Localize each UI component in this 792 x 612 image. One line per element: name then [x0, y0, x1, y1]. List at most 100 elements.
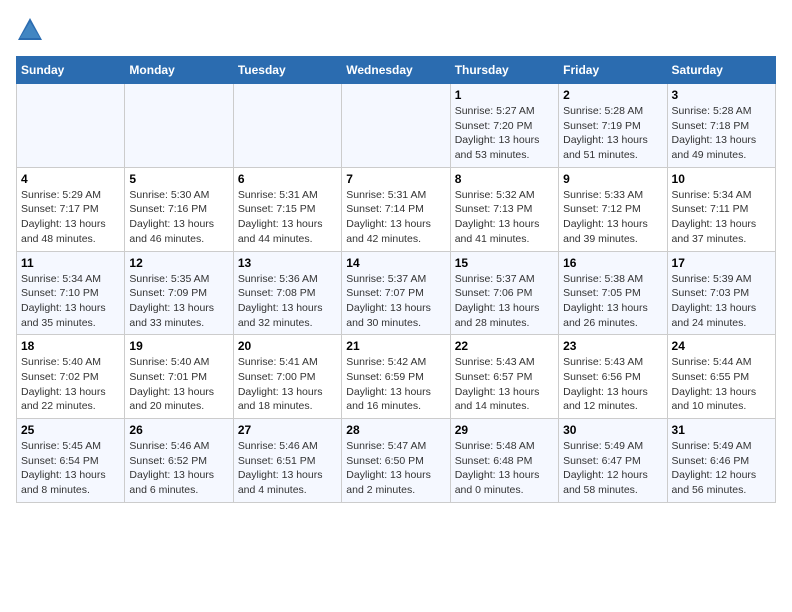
day-info: Sunrise: 5:28 AM Sunset: 7:18 PM Dayligh…	[672, 104, 771, 163]
calendar-cell: 7 Sunrise: 5:31 AM Sunset: 7:14 PM Daylig…	[342, 167, 450, 251]
day-number: 30	[563, 423, 662, 437]
day-number: 21	[346, 339, 445, 353]
day-number: 12	[129, 256, 228, 270]
day-number: 17	[672, 256, 771, 270]
day-number: 1	[455, 88, 554, 102]
calendar-cell: 24 Sunrise: 5:44 AM Sunset: 6:55 PM Dayli…	[667, 335, 775, 419]
calendar-cell: 2 Sunrise: 5:28 AM Sunset: 7:19 PM Daylig…	[559, 84, 667, 168]
day-number: 11	[21, 256, 120, 270]
day-number: 7	[346, 172, 445, 186]
day-number: 27	[238, 423, 337, 437]
calendar-cell: 29Sunrise: 5:48 AM Sunset: 6:48 PM Dayli…	[450, 419, 558, 503]
calendar-cell: 4Sunrise: 5:29 AM Sunset: 7:17 PM Daylig…	[17, 167, 125, 251]
day-info: Sunrise: 5:31 AM Sunset: 7:14 PM Dayligh…	[346, 188, 445, 247]
calendar-cell	[342, 84, 450, 168]
calendar-cell: 27 Sunrise: 5:46 AM Sunset: 6:51 PM Dayli…	[233, 419, 341, 503]
calendar-cell: 25Sunrise: 5:45 AM Sunset: 6:54 PM Dayli…	[17, 419, 125, 503]
day-number: 22	[455, 339, 554, 353]
calendar-cell: 20 Sunrise: 5:41 AM Sunset: 7:00 PM Dayli…	[233, 335, 341, 419]
day-number: 3	[672, 88, 771, 102]
day-number: 2	[563, 88, 662, 102]
calendar-cell: 19Sunrise: 5:40 AM Sunset: 7:01 PM Dayli…	[125, 335, 233, 419]
day-number: 14	[346, 256, 445, 270]
day-number: 18	[21, 339, 120, 353]
day-info: Sunrise: 5:29 AM Sunset: 7:17 PM Dayligh…	[21, 188, 120, 247]
calendar-cell: 1Sunrise: 5:27 AM Sunset: 7:20 PM Daylig…	[450, 84, 558, 168]
day-info: Sunrise: 5:43 AM Sunset: 6:56 PM Dayligh…	[563, 355, 662, 414]
day-number: 6	[238, 172, 337, 186]
day-number: 24	[672, 339, 771, 353]
day-info: Sunrise: 5:49 AM Sunset: 6:46 PM Dayligh…	[672, 439, 771, 498]
calendar-cell: 8Sunrise: 5:32 AM Sunset: 7:13 PM Daylig…	[450, 167, 558, 251]
day-number: 28	[346, 423, 445, 437]
calendar-body: 1Sunrise: 5:27 AM Sunset: 7:20 PM Daylig…	[17, 84, 776, 503]
calendar-cell: 23 Sunrise: 5:43 AM Sunset: 6:56 PM Dayli…	[559, 335, 667, 419]
calendar-cell: 28Sunrise: 5:47 AM Sunset: 6:50 PM Dayli…	[342, 419, 450, 503]
day-info: Sunrise: 5:28 AM Sunset: 7:19 PM Dayligh…	[563, 104, 662, 163]
day-info: Sunrise: 5:36 AM Sunset: 7:08 PM Dayligh…	[238, 272, 337, 331]
calendar-cell: 6 Sunrise: 5:31 AM Sunset: 7:15 PM Daylig…	[233, 167, 341, 251]
calendar-cell	[17, 84, 125, 168]
day-number: 5	[129, 172, 228, 186]
day-info: Sunrise: 5:49 AM Sunset: 6:47 PM Dayligh…	[563, 439, 662, 498]
day-info: Sunrise: 5:34 AM Sunset: 7:11 PM Dayligh…	[672, 188, 771, 247]
day-info: Sunrise: 5:35 AM Sunset: 7:09 PM Dayligh…	[129, 272, 228, 331]
calendar-cell: 22Sunrise: 5:43 AM Sunset: 6:57 PM Dayli…	[450, 335, 558, 419]
week-row-5: 25Sunrise: 5:45 AM Sunset: 6:54 PM Dayli…	[17, 419, 776, 503]
calendar-cell: 14 Sunrise: 5:37 AM Sunset: 7:07 PM Dayli…	[342, 251, 450, 335]
day-info: Sunrise: 5:41 AM Sunset: 7:00 PM Dayligh…	[238, 355, 337, 414]
weekday-header-thursday: Thursday	[450, 57, 558, 84]
calendar-cell: 18Sunrise: 5:40 AM Sunset: 7:02 PM Dayli…	[17, 335, 125, 419]
day-info: Sunrise: 5:39 AM Sunset: 7:03 PM Dayligh…	[672, 272, 771, 331]
day-info: Sunrise: 5:48 AM Sunset: 6:48 PM Dayligh…	[455, 439, 554, 498]
calendar-cell: 30 Sunrise: 5:49 AM Sunset: 6:47 PM Dayli…	[559, 419, 667, 503]
day-info: Sunrise: 5:34 AM Sunset: 7:10 PM Dayligh…	[21, 272, 120, 331]
calendar-cell: 5 Sunrise: 5:30 AM Sunset: 7:16 PM Daylig…	[125, 167, 233, 251]
calendar-cell: 16 Sunrise: 5:38 AM Sunset: 7:05 PM Dayli…	[559, 251, 667, 335]
calendar-cell	[233, 84, 341, 168]
day-number: 20	[238, 339, 337, 353]
calendar-cell: 11 Sunrise: 5:34 AM Sunset: 7:10 PM Dayli…	[17, 251, 125, 335]
page-header	[16, 16, 776, 44]
calendar-cell: 10 Sunrise: 5:34 AM Sunset: 7:11 PM Dayli…	[667, 167, 775, 251]
day-number: 26	[129, 423, 228, 437]
day-number: 23	[563, 339, 662, 353]
calendar-table: SundayMondayTuesdayWednesdayThursdayFrid…	[16, 56, 776, 503]
day-number: 10	[672, 172, 771, 186]
week-row-4: 18Sunrise: 5:40 AM Sunset: 7:02 PM Dayli…	[17, 335, 776, 419]
logo-icon	[16, 16, 44, 44]
day-info: Sunrise: 5:31 AM Sunset: 7:15 PM Dayligh…	[238, 188, 337, 247]
day-info: Sunrise: 5:40 AM Sunset: 7:01 PM Dayligh…	[129, 355, 228, 414]
week-row-1: 1Sunrise: 5:27 AM Sunset: 7:20 PM Daylig…	[17, 84, 776, 168]
day-info: Sunrise: 5:45 AM Sunset: 6:54 PM Dayligh…	[21, 439, 120, 498]
day-number: 9	[563, 172, 662, 186]
weekday-row: SundayMondayTuesdayWednesdayThursdayFrid…	[17, 57, 776, 84]
calendar-cell: 3 Sunrise: 5:28 AM Sunset: 7:18 PM Daylig…	[667, 84, 775, 168]
calendar-cell: 15 Sunrise: 5:37 AM Sunset: 7:06 PM Dayli…	[450, 251, 558, 335]
calendar-cell: 12 Sunrise: 5:35 AM Sunset: 7:09 PM Dayli…	[125, 251, 233, 335]
calendar-cell: 21 Sunrise: 5:42 AM Sunset: 6:59 PM Dayli…	[342, 335, 450, 419]
weekday-header-friday: Friday	[559, 57, 667, 84]
day-info: Sunrise: 5:42 AM Sunset: 6:59 PM Dayligh…	[346, 355, 445, 414]
day-info: Sunrise: 5:37 AM Sunset: 7:07 PM Dayligh…	[346, 272, 445, 331]
calendar-cell: 31 Sunrise: 5:49 AM Sunset: 6:46 PM Dayli…	[667, 419, 775, 503]
day-number: 8	[455, 172, 554, 186]
weekday-header-saturday: Saturday	[667, 57, 775, 84]
day-number: 16	[563, 256, 662, 270]
week-row-2: 4Sunrise: 5:29 AM Sunset: 7:17 PM Daylig…	[17, 167, 776, 251]
day-info: Sunrise: 5:30 AM Sunset: 7:16 PM Dayligh…	[129, 188, 228, 247]
calendar-cell: 17 Sunrise: 5:39 AM Sunset: 7:03 PM Dayli…	[667, 251, 775, 335]
weekday-header-tuesday: Tuesday	[233, 57, 341, 84]
day-info: Sunrise: 5:33 AM Sunset: 7:12 PM Dayligh…	[563, 188, 662, 247]
day-info: Sunrise: 5:37 AM Sunset: 7:06 PM Dayligh…	[455, 272, 554, 331]
calendar-cell: 26Sunrise: 5:46 AM Sunset: 6:52 PM Dayli…	[125, 419, 233, 503]
day-info: Sunrise: 5:44 AM Sunset: 6:55 PM Dayligh…	[672, 355, 771, 414]
calendar-cell: 13 Sunrise: 5:36 AM Sunset: 7:08 PM Dayli…	[233, 251, 341, 335]
day-info: Sunrise: 5:46 AM Sunset: 6:51 PM Dayligh…	[238, 439, 337, 498]
week-row-3: 11 Sunrise: 5:34 AM Sunset: 7:10 PM Dayli…	[17, 251, 776, 335]
day-number: 13	[238, 256, 337, 270]
day-number: 31	[672, 423, 771, 437]
calendar-header: SundayMondayTuesdayWednesdayThursdayFrid…	[17, 57, 776, 84]
day-number: 15	[455, 256, 554, 270]
day-info: Sunrise: 5:38 AM Sunset: 7:05 PM Dayligh…	[563, 272, 662, 331]
